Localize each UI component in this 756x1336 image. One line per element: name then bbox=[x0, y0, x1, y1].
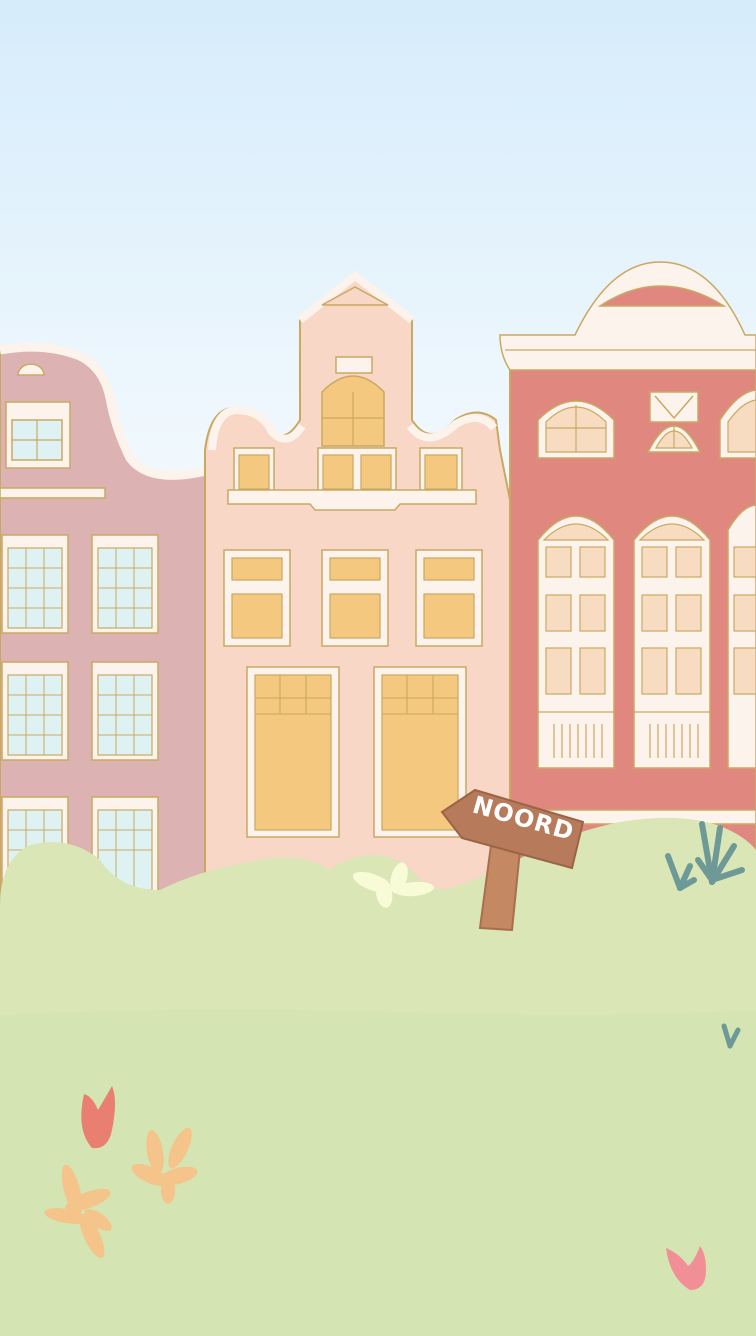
left-house-top-window bbox=[5, 401, 71, 469]
right-house-tall-window bbox=[633, 515, 711, 769]
right-house-tall-window bbox=[727, 504, 756, 769]
left-house-window bbox=[91, 661, 159, 761]
left-house-window bbox=[91, 534, 159, 634]
left-house-window bbox=[1, 661, 69, 761]
game-scene: NOORD bbox=[0, 0, 756, 1336]
right-house-tall-window bbox=[537, 515, 615, 769]
right-house bbox=[499, 261, 756, 891]
middle-house-window bbox=[321, 549, 389, 647]
middle-house-large-window bbox=[246, 666, 340, 838]
left-house-window bbox=[1, 534, 69, 634]
middle-house-arched-window bbox=[321, 375, 385, 447]
middle-house-window bbox=[223, 549, 291, 647]
scene-canvas: NOORD bbox=[0, 0, 756, 1336]
right-house-upper-window bbox=[537, 400, 615, 459]
middle-house-window bbox=[415, 549, 483, 647]
